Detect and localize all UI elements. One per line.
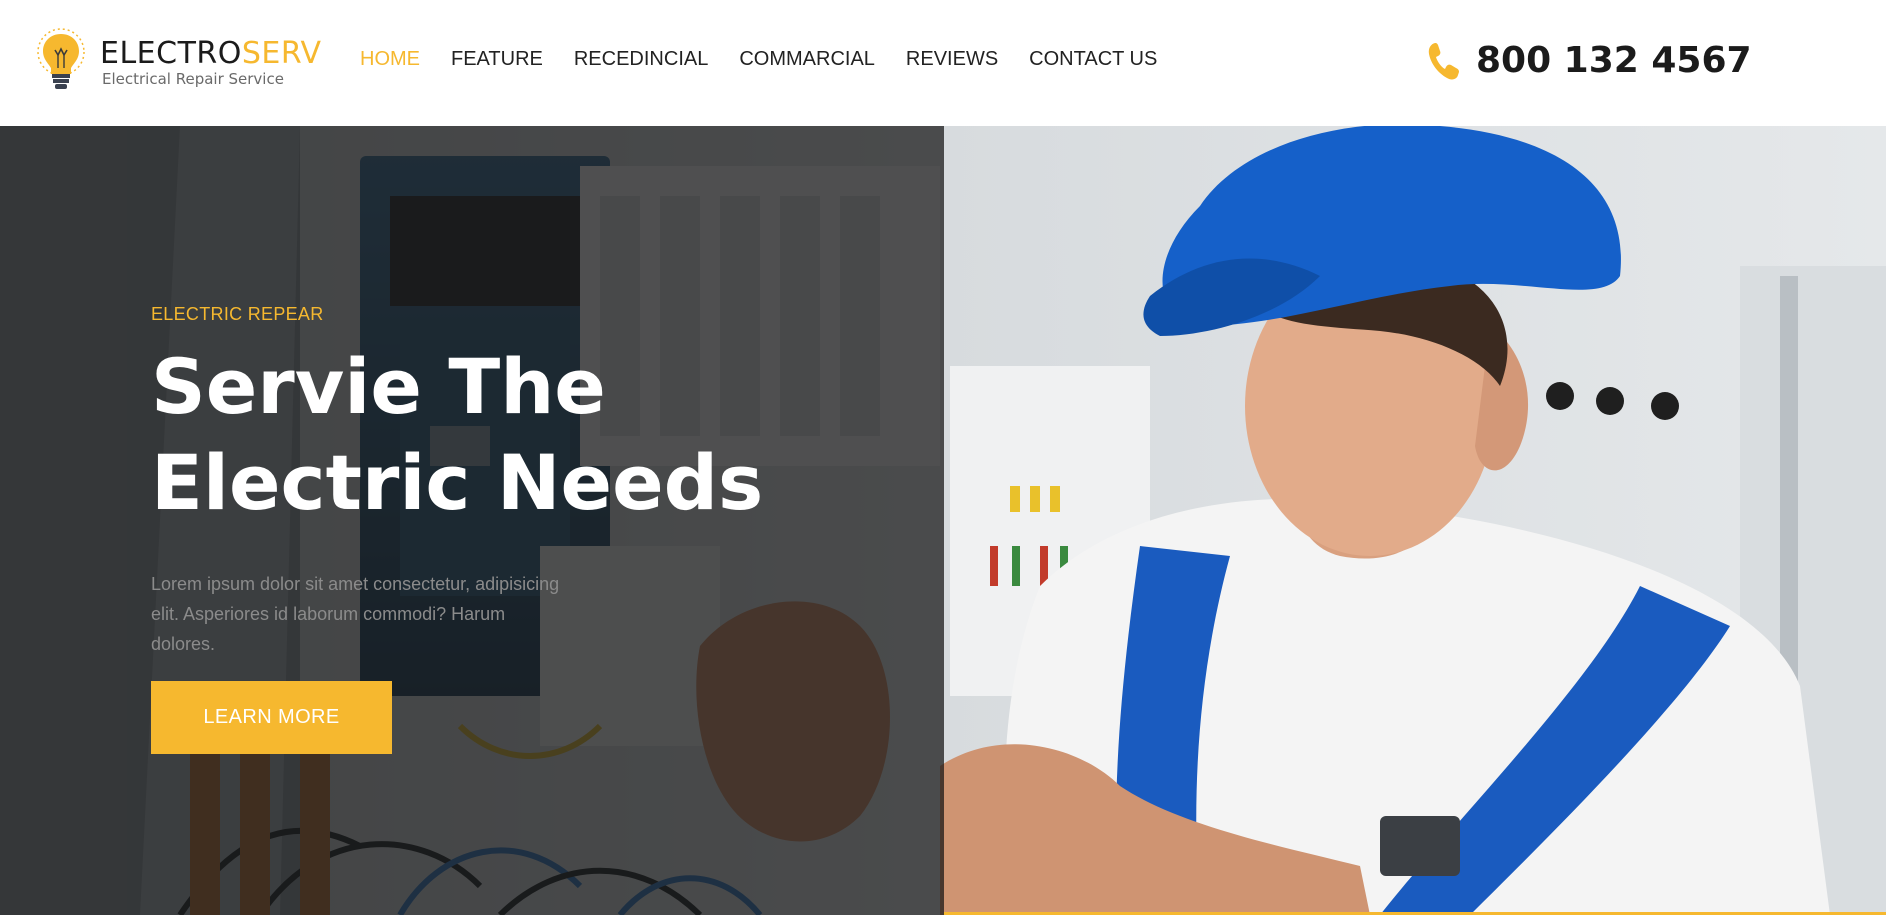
phone-number[interactable]: 800 132 4567: [1476, 40, 1752, 81]
nav-item-contact[interactable]: CONTACT US: [1029, 48, 1157, 71]
nav-item-commercial[interactable]: COMMARCIAL: [739, 48, 875, 71]
nav-item-home[interactable]: HOME: [360, 48, 420, 71]
learn-more-button[interactable]: LEARN MORE: [151, 681, 392, 754]
nav-item-residential[interactable]: RECEDINCIAL: [574, 48, 708, 71]
phone-contact[interactable]: 800 132 4567: [1426, 40, 1752, 81]
brand-name-part2: SERV: [241, 36, 322, 71]
brand-name: ELECTROSERV: [100, 36, 322, 71]
lightbulb-icon: [37, 28, 85, 89]
hero-description: Lorem ipsum dolor sit amet consectetur, …: [151, 574, 560, 654]
brand-logo[interactable]: ELECTROSERV Electrical Repair Service: [36, 28, 326, 98]
site-header: ELECTROSERV Electrical Repair Service HO…: [0, 0, 1886, 126]
hero-section: ELECTRIC REPEAR Servie The Electric Need…: [0, 126, 1886, 915]
hero-headline: Servie The Electric Needs: [151, 342, 764, 527]
brand-name-part1: ELECTRO: [100, 36, 242, 71]
nav-item-reviews[interactable]: REVIEWS: [906, 48, 998, 71]
hero-content: ELECTRIC REPEAR Servie The Electric Need…: [151, 304, 931, 754]
phone-icon: [1428, 42, 1459, 79]
nav-item-feature[interactable]: FEATURE: [451, 48, 543, 71]
main-nav: HOME FEATURE RECEDINCIAL COMMARCIAL REVI…: [360, 48, 1188, 71]
hero-eyebrow: ELECTRIC REPEAR: [151, 304, 324, 324]
brand-tagline: Electrical Repair Service: [102, 70, 284, 88]
